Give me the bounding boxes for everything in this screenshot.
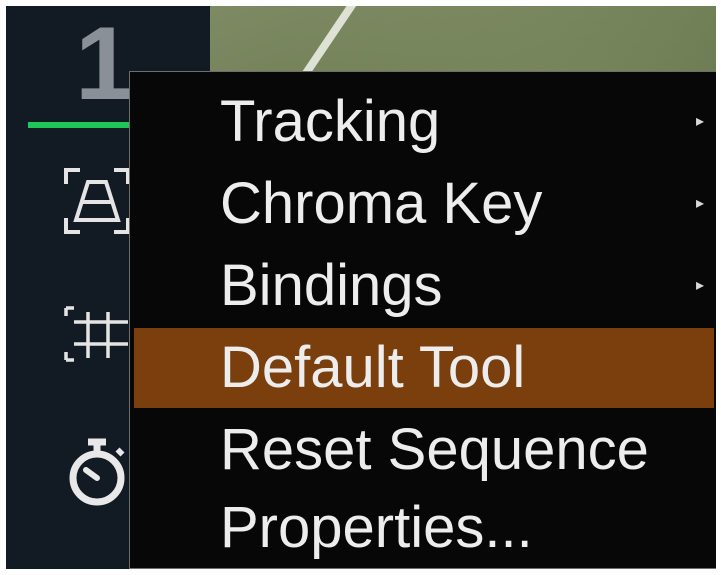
menu-item-label: Bindings	[220, 253, 443, 318]
menu-item-label: Chroma Key	[220, 171, 543, 236]
menu-item-chroma-key[interactable]: Chroma Key ▸	[134, 164, 714, 244]
perspective-tracking-icon[interactable]	[62, 166, 132, 236]
stopwatch-icon[interactable]	[64, 436, 130, 508]
menu-item-label: Properties...	[220, 495, 533, 560]
active-track-indicator	[28, 122, 143, 128]
menu-item-reset-sequence[interactable]: Reset Sequence	[134, 410, 714, 490]
menu-item-default-tool[interactable]: Default Tool	[134, 328, 714, 408]
menu-item-label: Reset Sequence	[220, 417, 649, 482]
menu-item-label: Tracking	[220, 89, 441, 154]
submenu-arrow-icon: ▸	[695, 113, 704, 130]
menu-item-properties[interactable]: Properties...	[134, 488, 714, 568]
submenu-arrow-icon: ▸	[695, 277, 704, 294]
track-number[interactable]: 1	[68, 12, 138, 116]
menu-item-tracking[interactable]: Tracking ▸	[134, 82, 714, 162]
context-menu: Tracking ▸ Chroma Key ▸ Bindings ▸ Defau…	[129, 71, 716, 569]
menu-item-label: Default Tool	[220, 335, 526, 400]
app-window: 1 Tracking ▸ Chroma Key ▸ Bindings ▸ Def…	[6, 6, 716, 569]
submenu-arrow-icon: ▸	[695, 195, 704, 212]
menu-item-bindings[interactable]: Bindings ▸	[134, 246, 714, 326]
grid-tracking-icon[interactable]	[62, 304, 132, 364]
